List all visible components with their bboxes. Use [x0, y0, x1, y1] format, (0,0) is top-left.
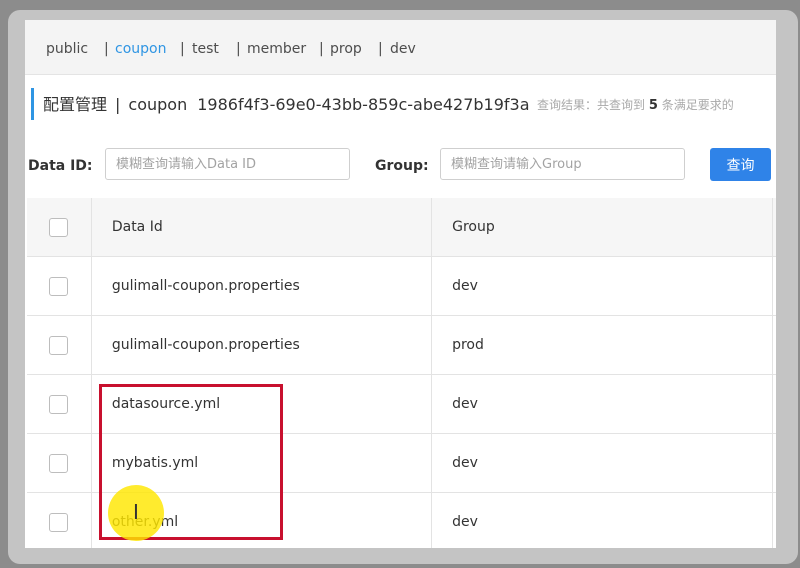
row-checkbox[interactable] [49, 276, 69, 296]
config-table: Data Id Group gulimall-coupon.properties… [27, 198, 776, 548]
data-id-cell: datasource.yml [91, 374, 433, 434]
row-checkbox[interactable] [49, 453, 69, 473]
title-accent-bar [31, 88, 34, 120]
nacos-config-panel: public | coupon | test | member | prop |… [25, 20, 776, 548]
data-id-search-input[interactable] [105, 148, 350, 180]
more-cell [772, 256, 776, 316]
row-checkbox-cell [27, 433, 92, 493]
namespace-id: 1986f4f3-69e0-43bb-859c-abe427b19f3a [197, 95, 530, 114]
namespace-tab-coupon[interactable]: coupon [115, 20, 166, 74]
data-id-cell: gulimall-coupon.properties [91, 256, 433, 316]
query-summary-prefix: 查询结果：共查询到 [537, 98, 646, 112]
more-cell [772, 315, 776, 375]
group-label: Group: [375, 158, 429, 174]
more-cell [772, 433, 776, 493]
query-count: 5 [648, 98, 658, 113]
namespace-tab-dev[interactable]: dev [390, 20, 416, 74]
table-row[interactable]: datasource.yml dev [27, 374, 776, 434]
row-checkbox-cell [27, 256, 92, 316]
namespace-tab-public[interactable]: public [46, 20, 88, 74]
namespace-tab-test[interactable]: test [192, 20, 219, 74]
page-title-text: 配置管理 [43, 95, 108, 114]
group-cell: dev [431, 492, 774, 548]
data-id-cell: other.yml [91, 492, 433, 548]
table-row[interactable]: mybatis.yml dev [27, 433, 776, 493]
namespace-tab-prop[interactable]: prop [330, 20, 362, 74]
more-cell [772, 374, 776, 434]
group-search-input[interactable] [440, 148, 685, 180]
table-row[interactable]: gulimall-coupon.properties dev [27, 256, 776, 316]
data-id-cell: gulimall-coupon.properties [91, 315, 433, 375]
column-header-data-id[interactable]: Data Id [91, 198, 433, 257]
namespace-separator: | [319, 41, 324, 57]
select-all-cell [27, 198, 92, 257]
table-header-row: Data Id Group [27, 198, 776, 257]
table-row[interactable]: gulimall-coupon.properties prod [27, 315, 776, 375]
namespace-name: coupon [128, 95, 188, 114]
namespace-tab-member[interactable]: member [247, 20, 306, 74]
group-cell: dev [431, 374, 774, 434]
page-title: 配置管理 | coupon 1986f4f3-69e0-43bb-859c-abe42… [43, 90, 530, 120]
column-header-group[interactable]: Group [431, 198, 774, 257]
title-separator: | [115, 95, 121, 114]
namespace-bar: public | coupon | test | member | prop |… [25, 20, 776, 75]
column-header-more [772, 198, 776, 257]
row-checkbox[interactable] [49, 512, 69, 532]
table-row[interactable]: other.yml dev [27, 492, 776, 548]
data-id-cell: mybatis.yml [91, 433, 433, 493]
group-cell: dev [431, 256, 774, 316]
group-cell: dev [431, 433, 774, 493]
row-checkbox-cell [27, 374, 92, 434]
select-all-checkbox[interactable] [49, 217, 69, 237]
data-id-label: Data ID: [28, 158, 93, 174]
namespace-separator: | [236, 41, 241, 57]
namespace-separator: | [378, 41, 383, 57]
more-cell [772, 492, 776, 548]
row-checkbox[interactable] [49, 335, 69, 355]
row-checkbox[interactable] [49, 394, 69, 414]
query-result-summary: 查询结果：共查询到 5 条满足要求的 [537, 92, 734, 118]
namespace-separator: | [180, 41, 185, 57]
namespace-separator: | [104, 41, 109, 57]
row-checkbox-cell [27, 492, 92, 548]
search-button[interactable]: 查询 [710, 148, 771, 181]
row-checkbox-cell [27, 315, 92, 375]
group-cell: prod [431, 315, 774, 375]
query-summary-suffix: 条满足要求的 [661, 98, 734, 112]
